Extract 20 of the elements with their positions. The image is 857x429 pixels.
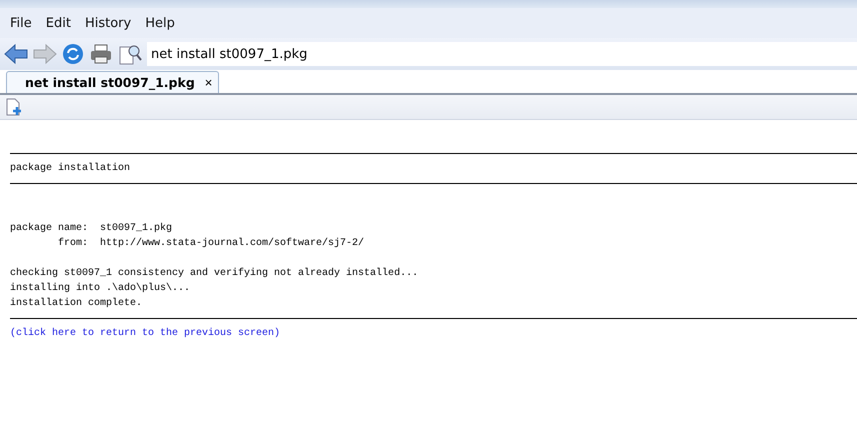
menu-item[interactable]: Help <box>139 16 181 30</box>
output-line: checking st0097_1 consistency and verifying not already installed... <box>10 266 420 281</box>
address-field[interactable]: net install st0097_1.pkg <box>147 42 857 66</box>
menu-item[interactable]: File <box>4 16 38 30</box>
document-search-icon[interactable] <box>118 43 142 65</box>
new-document-icon[interactable] <box>6 98 22 116</box>
viewer-tab[interactable]: net install st0097_1.pkg × <box>6 71 220 93</box>
output-line: package installation <box>10 162 132 176</box>
refresh-icon[interactable] <box>62 43 84 65</box>
output-line: package name: st0097_1.pkg <box>10 222 174 236</box>
close-button[interactable]: × <box>204 75 212 90</box>
printer-icon[interactable] <box>89 43 113 65</box>
return-link[interactable]: (click here to return to the previous screen) <box>10 326 857 341</box>
output-line: from: http://www.stata-journal.com/software/sj7-2/ <box>57 236 366 251</box>
back-arrow-icon[interactable] <box>4 43 28 65</box>
menu-item[interactable]: History <box>78 16 138 30</box>
tab-label: net install st0097_1.pkg <box>25 75 195 90</box>
output-line: installing into .\ado\plus\... <box>10 282 192 296</box>
menu-item[interactable]: Edit <box>40 16 77 30</box>
output-line: installation complete. <box>10 296 144 311</box>
